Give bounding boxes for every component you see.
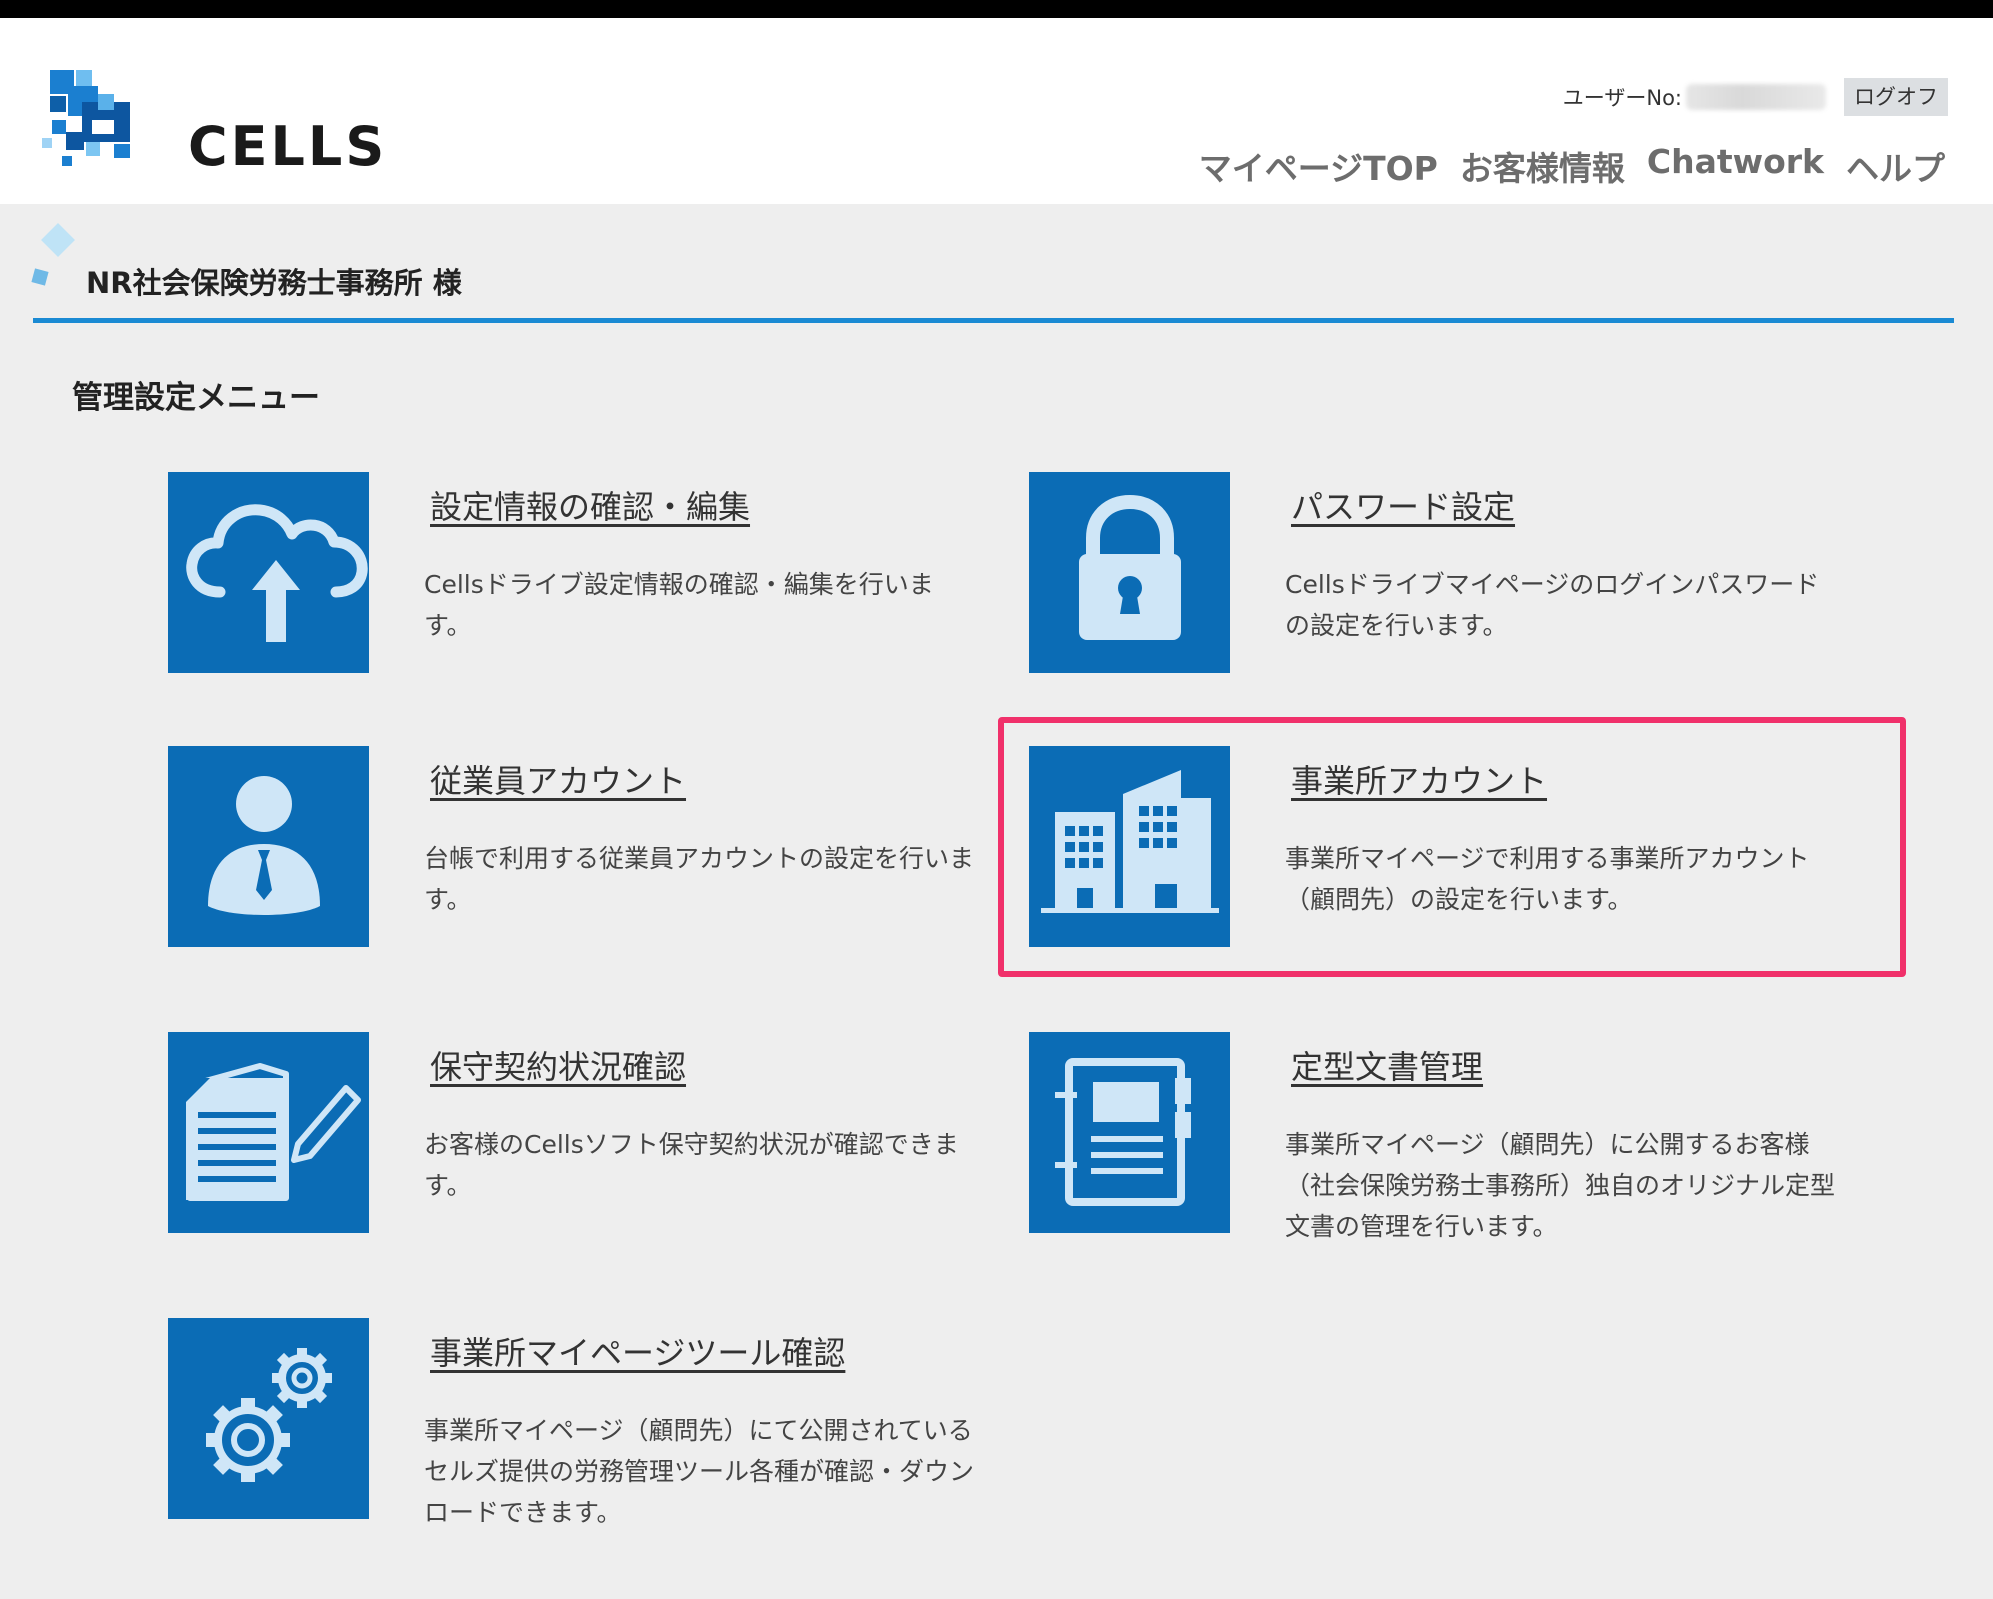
- decor-square-icon: [31, 268, 49, 286]
- user-number-redacted: [1686, 84, 1826, 110]
- customer-name: NR社会保険労務士事務所 様: [86, 266, 462, 300]
- lock-icon[interactable]: [1029, 472, 1230, 673]
- nav-chatwork[interactable]: Chatwork: [1647, 142, 1824, 190]
- menu-tile-employee-account: 従業員アカウント 台帳で利用する従業員アカウントの設定を行います。: [168, 746, 974, 966]
- settings-info-link[interactable]: 設定情報の確認・編集: [430, 482, 750, 528]
- document-pen-icon[interactable]: [168, 1032, 369, 1233]
- settings-info-desc: Cellsドライブ設定情報の確認・編集を行います。: [424, 570, 934, 640]
- nav-mypage-top[interactable]: マイページTOP: [1199, 142, 1438, 190]
- office-tools-desc: 事業所マイページ（顧問先）にて公開されているセルズ提供の労務管理ツール各種が確認…: [424, 1416, 975, 1527]
- decor-diamond-icon: [41, 223, 75, 257]
- nav-help[interactable]: ヘルプ: [1846, 142, 1945, 190]
- main-nav: マイページTOP お客様情報 Chatwork ヘルプ: [1199, 142, 1945, 190]
- menu-tile-template-documents: 定型文書管理 事業所マイページ（顧問先）に公開するお客様（社会保険労務士事務所）…: [1029, 1032, 1835, 1252]
- menu-tile-password: パスワード設定 Cellsドライブマイページのログインパスワードの設定を行います…: [1029, 472, 1829, 692]
- menu-tile-maintenance-contract: 保守契約状況確認 お客様のCellsソフト保守契約状況が確認できます。: [168, 1032, 968, 1252]
- gears-icon[interactable]: [168, 1318, 369, 1519]
- header: CELLS ユーザーNo: ログオフ マイページTOP お客様情報 Chatwo…: [0, 18, 1993, 204]
- nav-customer-info[interactable]: お客様情報: [1460, 142, 1625, 190]
- office-tools-link[interactable]: 事業所マイページツール確認: [430, 1328, 845, 1374]
- cells-logo-icon: [42, 70, 130, 166]
- cloud-upload-icon[interactable]: [168, 472, 369, 673]
- password-link[interactable]: パスワード設定: [1291, 482, 1515, 528]
- building-icon[interactable]: [1029, 746, 1230, 947]
- template-documents-desc: 事業所マイページ（顧問先）に公開するお客様（社会保険労務士事務所）独自のオリジナ…: [1285, 1130, 1836, 1241]
- employee-account-desc: 台帳で利用する従業員アカウントの設定を行います。: [424, 844, 975, 914]
- password-desc: Cellsドライブマイページのログインパスワードの設定を行います。: [1285, 570, 1820, 640]
- maintenance-contract-desc: お客様のCellsソフト保守契約状況が確認できます。: [424, 1130, 959, 1200]
- menu-tile-settings-info: 設定情報の確認・編集 Cellsドライブ設定情報の確認・編集を行います。: [168, 472, 968, 692]
- employee-account-link[interactable]: 従業員アカウント: [430, 756, 686, 802]
- cells-logo[interactable]: CELLS: [42, 64, 384, 184]
- employee-icon[interactable]: [168, 746, 369, 947]
- office-account-desc: 事業所マイページで利用する事業所アカウント（顧問先）の設定を行います。: [1285, 844, 1810, 914]
- template-documents-link[interactable]: 定型文書管理: [1291, 1042, 1483, 1088]
- welcome-divider: [33, 318, 1954, 323]
- logo-wordmark: CELLS: [188, 115, 388, 178]
- notebook-icon[interactable]: [1029, 1032, 1230, 1233]
- user-area: ユーザーNo: ログオフ: [1563, 78, 1948, 116]
- section-title: 管理設定メニュー: [72, 380, 320, 416]
- user-number-label: ユーザーNo:: [1562, 86, 1682, 110]
- welcome-banner: NR社会保険労務士事務所 様: [30, 223, 1954, 326]
- menu-tile-office-account: 事業所アカウント 事業所マイページで利用する事業所アカウント（顧問先）の設定を行…: [1029, 746, 1829, 966]
- menu-tile-office-tools: 事業所マイページツール確認 事業所マイページ（顧問先）にて公開されているセルズ提…: [168, 1318, 974, 1538]
- logoff-button[interactable]: ログオフ: [1844, 78, 1948, 116]
- window-top-bar: [0, 0, 1993, 18]
- maintenance-contract-link[interactable]: 保守契約状況確認: [430, 1042, 686, 1088]
- office-account-link[interactable]: 事業所アカウント: [1291, 756, 1547, 802]
